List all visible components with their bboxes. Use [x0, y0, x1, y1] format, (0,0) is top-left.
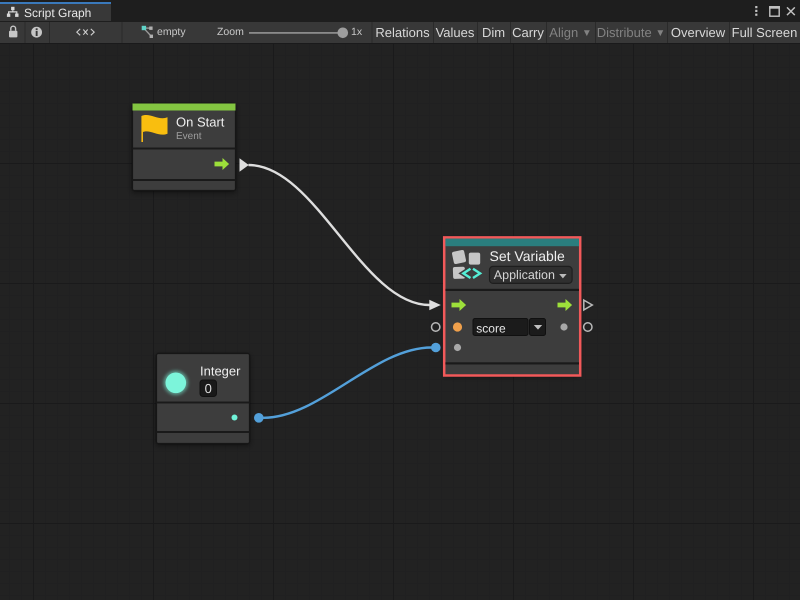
- svg-text:On Start: On Start: [176, 115, 225, 130]
- svg-text:Event: Event: [176, 131, 202, 142]
- svg-text:Integer: Integer: [200, 364, 241, 379]
- svg-text:Application: Application: [494, 268, 555, 282]
- svg-text:0: 0: [205, 381, 212, 396]
- svg-text:score: score: [476, 321, 506, 335]
- svg-text:Set Variable: Set Variable: [490, 248, 565, 264]
